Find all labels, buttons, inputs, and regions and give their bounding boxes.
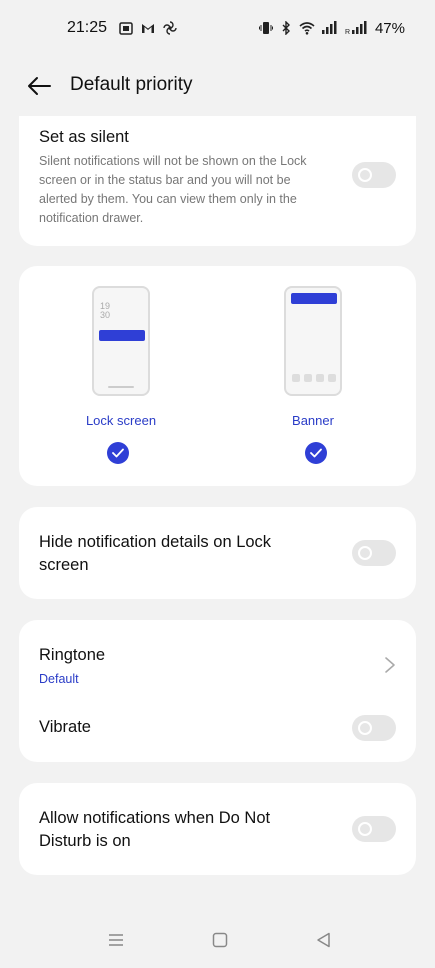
status-right: R 47% — [258, 19, 405, 37]
status-time: 21:25 — [67, 19, 108, 36]
toggle-knob — [358, 168, 372, 182]
ringtone-value: Default — [39, 672, 79, 686]
hide-details-card[interactable]: Hide notification details on Lock screen — [19, 507, 416, 599]
banner-label: Banner — [292, 413, 334, 428]
lock-screen-clock: 19 30 — [100, 302, 110, 320]
chevron-right-icon — [385, 657, 395, 673]
toggle-knob — [358, 546, 372, 560]
back-arrow-icon[interactable] — [26, 74, 52, 98]
check-icon — [310, 448, 322, 458]
lock-screen-checkbox[interactable] — [107, 442, 129, 464]
page-title: Default priority — [70, 74, 193, 95]
clock-minute: 30 — [100, 310, 111, 320]
display-options-card: 19 30 Lock screen Banner — [19, 266, 416, 486]
dnd-toggle[interactable] — [352, 816, 396, 842]
toggle-knob — [358, 721, 372, 735]
dnd-card[interactable]: Allow notifications when Do Not Disturb … — [19, 783, 416, 875]
ringtone-title: Ringtone — [39, 646, 106, 664]
silent-toggle[interactable] — [352, 162, 396, 188]
home-indicator — [108, 386, 134, 388]
banner-checkbox[interactable] — [305, 442, 327, 464]
banner-notification-bar — [291, 293, 337, 304]
toggle-knob — [358, 822, 372, 836]
sound-card: Ringtone Default Vibrate — [19, 620, 416, 762]
lock-screen-notification-bar — [99, 330, 145, 341]
gmail-icon — [142, 24, 155, 33]
hide-details-title: Hide notification details on Lock screen — [39, 533, 272, 574]
menu-icon[interactable] — [106, 930, 126, 950]
pinwheel-icon — [163, 21, 177, 35]
vibrate-icon — [258, 22, 273, 34]
lock-screen-label: Lock screen — [85, 413, 157, 428]
silent-title: Set as silent — [39, 128, 129, 146]
check-icon — [112, 448, 124, 458]
vibrate-title: Vibrate — [39, 718, 91, 736]
svg-text:R: R — [345, 29, 350, 35]
vibrate-toggle[interactable] — [352, 715, 396, 741]
status-left-icons — [119, 21, 177, 35]
banner-preview[interactable] — [284, 286, 342, 396]
lock-screen-preview[interactable]: 19 30 — [92, 286, 150, 396]
hide-details-toggle[interactable] — [352, 540, 396, 566]
status-bar: 21:25 R 47% — [0, 0, 435, 56]
silent-description: Silent notifications will not be shown o… — [39, 154, 307, 225]
calendar-icon — [119, 22, 133, 35]
navigation-bar — [0, 920, 435, 960]
wifi-icon — [299, 22, 315, 35]
app-icons-row — [292, 374, 336, 382]
back-nav-icon[interactable] — [314, 930, 334, 950]
battery-percent: 47% — [374, 19, 405, 37]
signal-roaming-icon: R — [345, 21, 367, 35]
bluetooth-icon — [282, 21, 290, 35]
signal-icon — [321, 21, 337, 34]
dnd-title: Allow notifications when Do Not Disturb … — [39, 809, 271, 850]
home-icon[interactable] — [210, 930, 230, 950]
header: Default priority — [0, 62, 435, 110]
ringtone-row[interactable]: Ringtone Default — [19, 620, 416, 692]
silent-card: Set as silent Silent notifications will … — [19, 116, 416, 246]
